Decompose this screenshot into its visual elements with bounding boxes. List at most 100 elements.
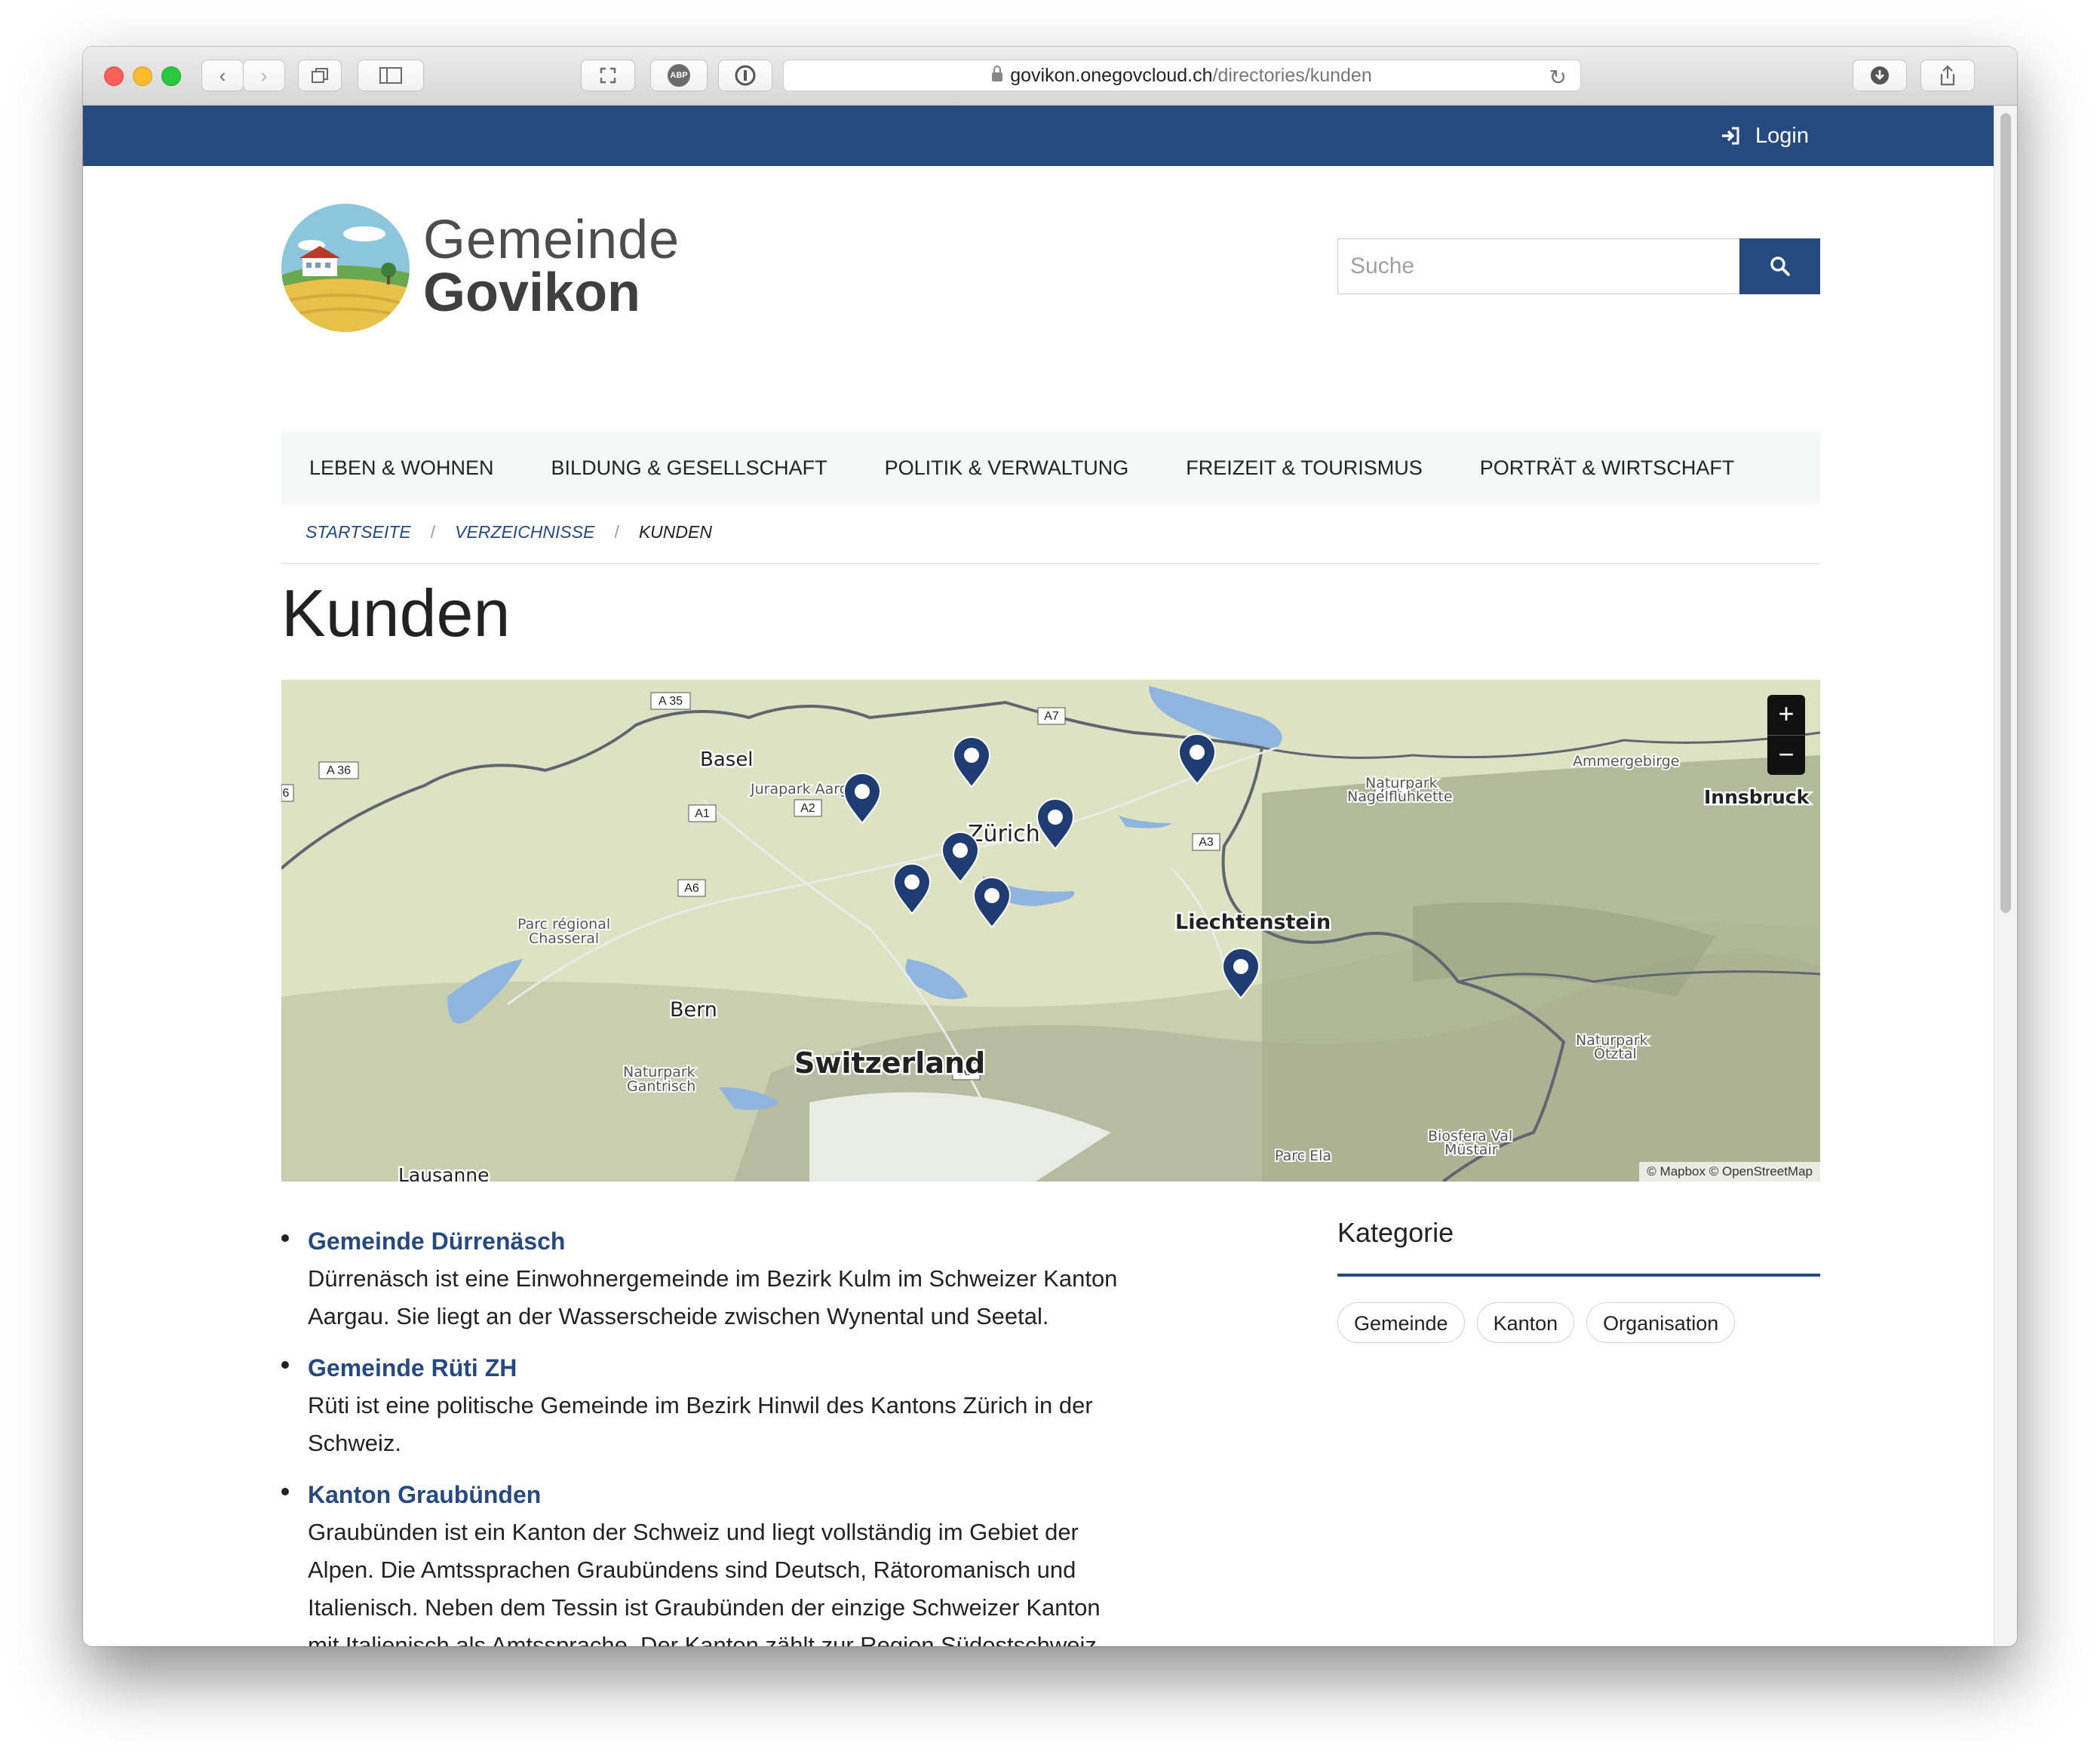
map[interactable]: A 35 A 36 A7 A1 A2 A3 A6 A2 A12 6 Basel	[281, 680, 1820, 1182]
bullet	[281, 1234, 289, 1242]
reload-icon[interactable]: ↻	[1549, 65, 1567, 90]
label-switzerland: Switzerland	[794, 1046, 985, 1080]
expand-icon	[600, 67, 616, 84]
label-ammergebirge: Ammergebirge	[1573, 753, 1680, 770]
label-lausanne: Lausanne	[398, 1164, 490, 1182]
minimize-window-button[interactable]	[133, 66, 152, 86]
scrollbar-thumb[interactable]	[2000, 113, 2011, 913]
tag-organisation[interactable]: Organisation	[1586, 1302, 1736, 1343]
category-heading-underline	[1337, 1274, 1820, 1277]
road-label-a1: A1	[695, 807, 710, 820]
map-canvas: A 35 A 36 A7 A1 A2 A3 A6 A2 A12 6 Basel	[281, 680, 1820, 1182]
back-button[interactable]: ‹	[201, 60, 244, 91]
label-zurich: Zürich	[968, 821, 1040, 847]
chevron-right-icon: ›	[260, 63, 268, 87]
road-label-a35: A 35	[659, 695, 683, 708]
logo-line-1: Gemeinde	[423, 210, 680, 270]
nav-item-freizeit-tourismus[interactable]: FREIZEIT & TOURISMUS	[1186, 456, 1423, 480]
directory-entries: Gemeinde Dürrenäsch Dürrenäsch ist eine …	[281, 1222, 1134, 1646]
category-heading: Kategorie	[1337, 1217, 1454, 1248]
address-bar[interactable]: govikon.onegovcloud.ch/directories/kunde…	[783, 60, 1581, 91]
road-label-a3: A3	[1199, 836, 1214, 849]
zoom-window-button[interactable]	[161, 66, 181, 86]
tabs-icon	[312, 68, 328, 83]
info-circle-icon	[735, 65, 756, 86]
label-basel: Basel	[700, 748, 754, 771]
entry-description: Dürrenäsch ist eine Einwohnergemeinde im…	[308, 1265, 1118, 1329]
road-label-edge: 6	[283, 787, 290, 800]
sign-in-icon	[1722, 127, 1739, 145]
entry-title-link[interactable]: Kanton Graubünden	[308, 1476, 1134, 1514]
breadcrumb: STARTSEITE / VERZEICHNISSE / KUNDEN	[305, 522, 712, 542]
municipality-logo[interactable]	[281, 204, 410, 332]
label-gantrisch-2: Gantrisch	[627, 1078, 695, 1095]
downloads-button[interactable]	[1853, 60, 1907, 91]
url-path: /directories/kunden	[1212, 64, 1372, 86]
main-navigation: LEBEN & WOHNEN BILDUNG & GESELLSCHAFT PO…	[281, 432, 1820, 504]
road-label-a6: A6	[684, 882, 699, 895]
zoom-in-button[interactable]: +	[1767, 695, 1805, 736]
chevron-left-icon: ‹	[219, 63, 226, 87]
browser-toolbar: ‹ › ABP govikon.onegovcloud.ch/directori…	[83, 47, 2017, 106]
fullscreen-button[interactable]	[581, 60, 635, 91]
entry-title-link[interactable]: Gemeinde Dürrenäsch	[308, 1222, 1134, 1260]
login-label: Login	[1755, 123, 1809, 148]
breadcrumb-separator: /	[614, 522, 619, 542]
breadcrumb-separator: /	[430, 522, 436, 542]
search-icon	[1770, 257, 1790, 276]
share-button[interactable]	[1920, 60, 1975, 91]
search-input[interactable]	[1337, 238, 1739, 294]
list-item: Gemeinde Dürrenäsch Dürrenäsch ist eine …	[281, 1222, 1134, 1335]
adblock-icon: ABP	[668, 64, 690, 87]
entry-description: Rüti ist eine politische Gemeinde im Bez…	[308, 1392, 1093, 1456]
label-oetztal-2: Ötztal	[1594, 1045, 1637, 1062]
map-attribution[interactable]: © Mapbox © OpenStreetMap	[1639, 1162, 1820, 1182]
share-icon	[1940, 65, 1955, 86]
top-bar: Login	[83, 106, 1994, 166]
close-window-button[interactable]	[104, 66, 124, 86]
zoom-out-button[interactable]: −	[1767, 736, 1805, 776]
list-item: Gemeinde Rüti ZH Rüti ist eine politisch…	[281, 1349, 1134, 1462]
entry-description: Graubünden ist ein Kanton der Schweiz un…	[308, 1519, 1101, 1646]
label-biosfera-2: Müstair	[1445, 1142, 1498, 1158]
page-title: Kunden	[281, 576, 511, 650]
breadcrumb-current: KUNDEN	[638, 522, 712, 542]
label-bern: Bern	[670, 998, 717, 1022]
breadcrumb-directories[interactable]: VERZEICHNISSE	[455, 522, 594, 542]
download-icon	[1871, 66, 1889, 85]
lock-icon	[992, 66, 1003, 81]
nav-item-leben-wohnen[interactable]: LEBEN & WOHNEN	[309, 456, 494, 480]
tag-kanton[interactable]: Kanton	[1476, 1302, 1575, 1343]
label-liechtenstein: Liechtenstein	[1175, 911, 1331, 934]
breadcrumb-home[interactable]: STARTSEITE	[305, 522, 411, 542]
bullet	[281, 1361, 289, 1369]
entry-title-link[interactable]: Gemeinde Rüti ZH	[308, 1349, 1134, 1387]
label-parc-ela: Parc Ela	[1275, 1148, 1331, 1164]
browser-window: ‹ › ABP govikon.onegovcloud.ch/directori…	[83, 47, 2017, 1646]
road-label-a2-north: A2	[800, 802, 815, 815]
map-zoom-control: + −	[1767, 695, 1805, 775]
breadcrumb-divider	[281, 563, 1820, 564]
tab-overview-button[interactable]	[298, 60, 342, 91]
password-manager-button[interactable]	[718, 60, 772, 91]
bullet	[281, 1488, 289, 1495]
adblock-button[interactable]: ABP	[650, 60, 708, 91]
web-page: Login Gemeinde Govikon Suche LEBEN & WOH…	[83, 106, 1994, 1646]
nav-item-bildung-gesellschaft[interactable]: BILDUNG & GESELLSCHAFT	[551, 456, 827, 480]
road-label-a7: A7	[1044, 710, 1059, 723]
category-tags: Gemeinde Kanton Organisation	[1337, 1302, 1820, 1343]
sidebar-toggle-button[interactable]	[358, 60, 424, 91]
search-button[interactable]	[1739, 238, 1820, 294]
login-link[interactable]: Login	[1721, 106, 1809, 166]
page-scrollbar[interactable]	[1994, 106, 2017, 1646]
road-label-a36: A 36	[327, 764, 351, 777]
label-chasseral-2: Chasseral	[529, 930, 599, 947]
nav-item-politik-verwaltung[interactable]: POLITIK & VERWALTUNG	[885, 456, 1129, 480]
url-host: govikon.onegovcloud.ch	[1010, 64, 1213, 86]
logo-line-2: Govikon	[423, 263, 641, 323]
sidebar-icon	[379, 67, 402, 84]
forward-button[interactable]: ›	[243, 60, 285, 91]
tag-gemeinde[interactable]: Gemeinde	[1337, 1302, 1465, 1343]
nav-item-portraet-wirtschaft[interactable]: PORTRÄT & WIRTSCHAFT	[1480, 456, 1735, 480]
list-item: Kanton Graubünden Graubünden ist ein Kan…	[281, 1476, 1134, 1646]
